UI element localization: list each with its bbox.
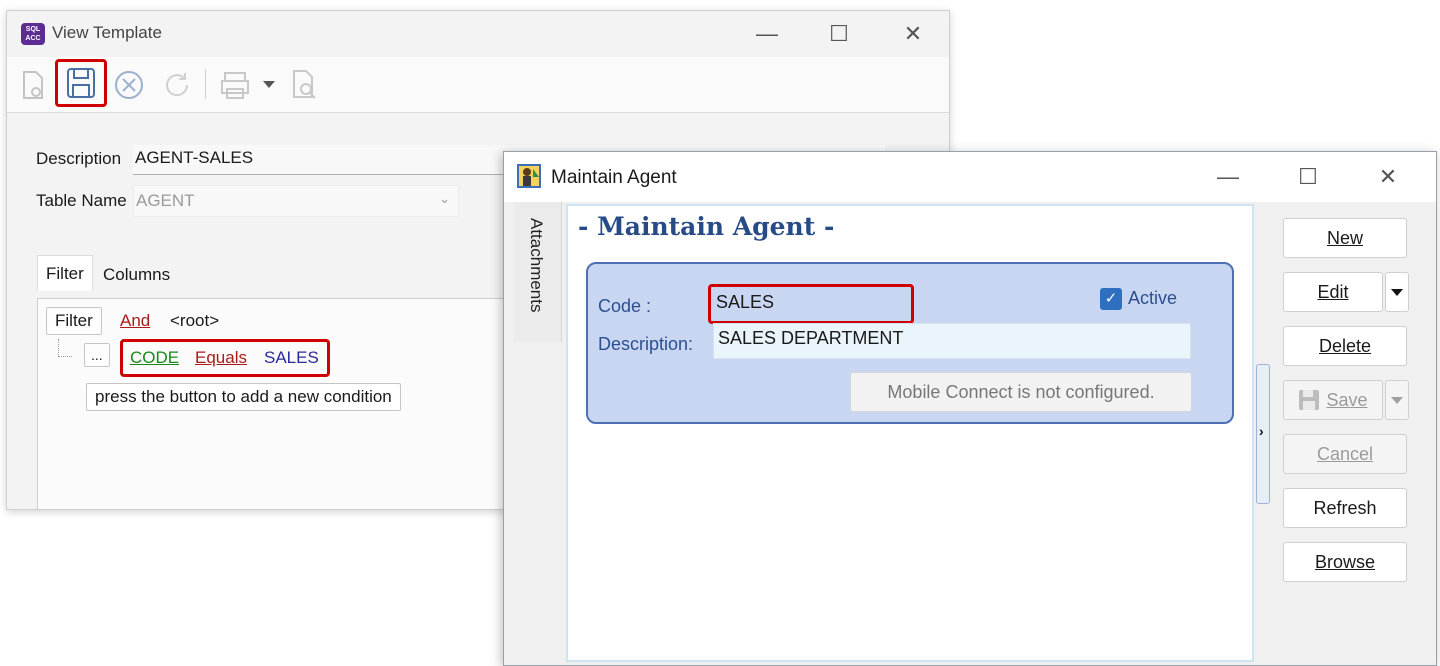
save-label: Save (1326, 389, 1368, 410)
and-operator-link[interactable]: And (120, 311, 150, 331)
root-node: <root> (170, 311, 220, 330)
refresh-icon[interactable] (161, 67, 193, 103)
condition-field-link[interactable]: CODE (130, 348, 179, 368)
maximize-button[interactable]: ☐ (1288, 162, 1328, 192)
form-heading: - Maintain Agent - (578, 212, 835, 241)
description-field[interactable]: SALES DEPARTMENT (713, 323, 1191, 359)
condition-options-button[interactable]: ... (84, 343, 110, 367)
panel-splitter[interactable]: › (1256, 364, 1270, 504)
code-field[interactable]: SALES (716, 292, 774, 313)
title-bar: SQL ACC View Template — ☐ ✕ (7, 11, 949, 57)
new-document-icon[interactable] (17, 67, 49, 103)
chevron-down-icon (1391, 288, 1403, 296)
preview-icon[interactable] (289, 67, 321, 103)
maintain-agent-window: Maintain Agent — ☐ ✕ Attachments - Maint… (503, 151, 1437, 666)
tree-line (58, 339, 59, 357)
table-name-value: AGENT (136, 191, 195, 210)
agent-details-group: Code : SALES ✓ Active Description: SALES… (586, 262, 1234, 424)
chevron-down-icon (1391, 396, 1403, 404)
attachments-tab[interactable]: Attachments (514, 202, 562, 342)
chevron-down-icon: ⌄ (439, 191, 450, 206)
chevron-right-icon: › (1259, 423, 1264, 439)
active-checkbox[interactable]: ✓ (1100, 288, 1122, 310)
delete-label: Delete (1318, 335, 1372, 356)
new-label: New (1326, 227, 1363, 248)
title-bar: Maintain Agent — ☐ ✕ (504, 152, 1436, 202)
description-label: Description: (598, 334, 694, 354)
save-dropdown-button[interactable] (1385, 380, 1409, 420)
save-icon (67, 68, 95, 98)
filter-button[interactable]: Filter (46, 307, 102, 335)
add-condition-button[interactable]: press the button to add a new condition (86, 383, 401, 411)
cancel-label: Cancel (1316, 443, 1374, 464)
delete-button[interactable]: Delete (1283, 326, 1407, 366)
mobile-connect-status: Mobile Connect is not configured. (850, 372, 1192, 412)
save-button[interactable]: Save (1283, 380, 1383, 420)
tab-filter[interactable]: Filter (37, 255, 93, 291)
save-button[interactable] (55, 59, 107, 107)
app-logo-icon: SQL ACC (21, 23, 45, 45)
tab-columns[interactable]: Columns (95, 257, 178, 293)
print-icon[interactable] (219, 67, 251, 103)
edit-label: Edit (1317, 281, 1349, 302)
minimize-button[interactable]: — (747, 19, 787, 49)
minimize-button[interactable]: — (1208, 162, 1248, 192)
agent-app-icon (516, 163, 542, 189)
description-label: Description (36, 149, 122, 168)
cancel-button[interactable]: Cancel (1283, 434, 1407, 474)
save-icon (1299, 390, 1320, 410)
attachments-tab-label: Attachments (527, 218, 546, 313)
window-title: View Template (52, 23, 162, 42)
new-button[interactable]: New (1283, 218, 1407, 258)
code-label: Code : (598, 296, 652, 316)
refresh-button[interactable]: Refresh (1283, 488, 1407, 528)
print-dropdown-icon[interactable] (263, 81, 275, 88)
toolbar (7, 57, 949, 113)
maximize-button[interactable]: ☐ (819, 19, 859, 49)
agent-form: - Maintain Agent - Code : SALES ✓ Active… (566, 204, 1254, 662)
window-title: Maintain Agent (551, 167, 677, 188)
toolbar-divider (205, 69, 206, 99)
cancel-circle-icon[interactable] (113, 67, 145, 103)
active-label: Active (1128, 288, 1178, 308)
condition-operator-link[interactable]: Equals (195, 348, 247, 368)
close-button[interactable]: ✕ (1368, 162, 1408, 192)
tree-line (58, 356, 72, 357)
close-button[interactable]: ✕ (893, 19, 933, 49)
condition-value[interactable]: SALES (264, 348, 319, 368)
browse-label: Browse (1314, 551, 1376, 572)
browse-button[interactable]: Browse (1283, 542, 1407, 582)
edit-button[interactable]: Edit (1283, 272, 1383, 312)
refresh-label: Refresh (1313, 497, 1377, 518)
table-name-select[interactable]: AGENT ⌄ (133, 185, 459, 217)
edit-dropdown-button[interactable] (1385, 272, 1409, 312)
table-name-label: Table Name (36, 191, 127, 210)
